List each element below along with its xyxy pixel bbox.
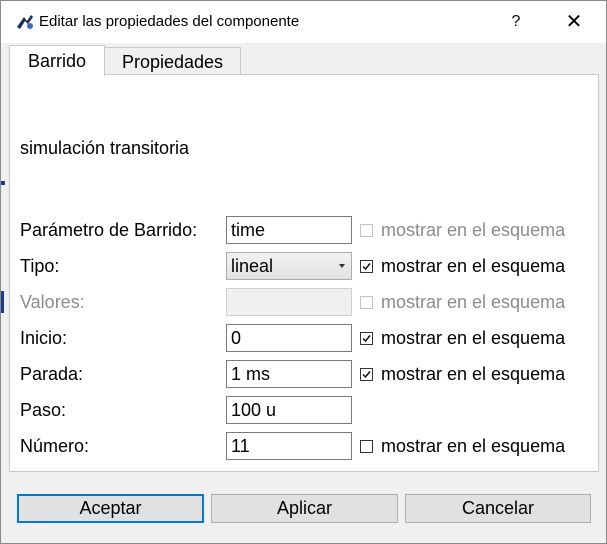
tab-panel-barrido: simulación transitoria Parámetro de Barr… xyxy=(9,74,599,472)
step-label: Paso: xyxy=(20,400,67,420)
sweep-parameter-show-label: mostrar en el esquema xyxy=(381,220,566,240)
start-label: Inicio: xyxy=(20,328,68,348)
apply-button[interactable]: Aplicar xyxy=(211,494,398,523)
step-input[interactable]: 100 u xyxy=(226,396,352,424)
sweep-parameter-label: Parámetro de Barrido: xyxy=(20,220,198,240)
chevron-down-icon xyxy=(339,264,345,268)
number-input[interactable]: 11 xyxy=(226,432,352,460)
background-fragment xyxy=(1,291,4,313)
simulation-type-label: simulación transitoria xyxy=(20,138,190,158)
app-icon xyxy=(15,13,35,31)
stop-show-label: mostrar en el esquema xyxy=(381,364,566,384)
number-label: Número: xyxy=(20,436,90,456)
help-button[interactable]: ? xyxy=(501,9,531,35)
tab-propiedades[interactable]: Propiedades xyxy=(105,47,241,75)
tab-barrido[interactable]: Barrido xyxy=(9,45,105,76)
values-show-checkbox xyxy=(360,296,373,309)
close-button[interactable]: ✕ xyxy=(559,9,589,35)
start-show-label: mostrar en el esquema xyxy=(381,328,566,348)
window-title: Editar las propiedades del componente xyxy=(39,13,300,30)
type-select-value: lineal xyxy=(231,256,274,276)
stop-label: Parada: xyxy=(20,364,84,384)
values-label: Valores: xyxy=(20,292,85,312)
sweep-parameter-show-checkbox xyxy=(360,224,373,237)
values-show-label: mostrar en el esquema xyxy=(381,292,566,312)
type-show-label: mostrar en el esquema xyxy=(381,256,566,276)
sweep-parameter-input[interactable]: time xyxy=(226,216,352,244)
dialog-window: Editar las propiedades del componente ? … xyxy=(0,0,607,544)
cancel-button[interactable]: Cancelar xyxy=(405,494,591,523)
stop-show-checkbox[interactable] xyxy=(360,368,373,381)
number-show-label: mostrar en el esquema xyxy=(381,436,566,456)
start-input[interactable]: 0 xyxy=(226,324,352,352)
type-show-checkbox[interactable] xyxy=(360,260,373,273)
number-show-checkbox[interactable] xyxy=(360,440,373,453)
type-select[interactable]: lineal xyxy=(226,252,352,280)
stop-input[interactable]: 1 ms xyxy=(226,360,352,388)
start-show-checkbox[interactable] xyxy=(360,332,373,345)
title-bar: Editar las propiedades del componente ? … xyxy=(1,1,606,43)
background-fragment xyxy=(1,181,5,185)
type-label: Tipo: xyxy=(20,256,60,276)
values-input xyxy=(226,288,352,316)
accept-button[interactable]: Aceptar xyxy=(17,494,204,523)
